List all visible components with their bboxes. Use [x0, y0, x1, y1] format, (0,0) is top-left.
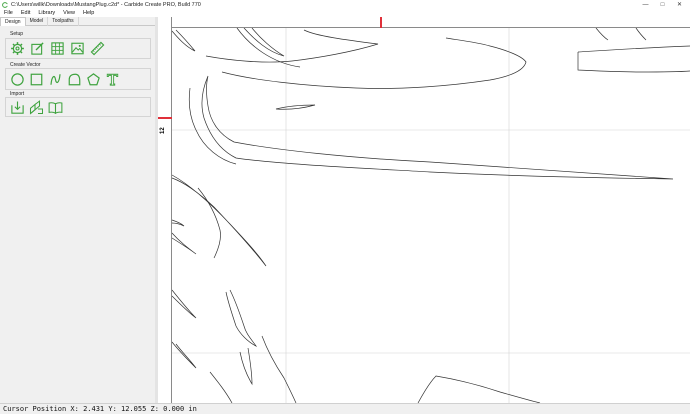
polyline-tool-button[interactable]: [67, 72, 82, 87]
edit-job-button[interactable]: [30, 41, 45, 56]
gear-icon: [11, 42, 24, 55]
group-create-vector: [5, 68, 151, 90]
image-icon: [71, 42, 84, 55]
menu-edit[interactable]: Edit: [21, 10, 30, 16]
menu-bar: File Edit Library View Help: [0, 9, 690, 17]
design-canvas[interactable]: 12: [158, 17, 690, 403]
grid-icon: [51, 42, 64, 55]
ruler-icon: [90, 41, 105, 56]
curve-tool-button[interactable]: [48, 72, 63, 87]
pentagon-icon: [87, 73, 100, 86]
measure-button[interactable]: [90, 41, 105, 56]
menu-help[interactable]: Help: [83, 10, 94, 16]
canvas-drawing: [158, 17, 690, 403]
edit-square-icon: [31, 42, 44, 55]
sidebar: Design Model Toolpaths Setup Create Vect…: [0, 17, 157, 403]
book-icon: [48, 102, 63, 114]
window-title: C:\Users\willk\Downloads\MustangPlug.c2d…: [11, 1, 201, 8]
ruler-left-label: 12: [160, 127, 166, 134]
import-model-button[interactable]: [29, 100, 44, 115]
group-import: [5, 97, 151, 117]
app-icon: [2, 1, 8, 8]
group-setup: [5, 38, 151, 59]
rectangle-tool-button[interactable]: [29, 72, 44, 87]
tab-design[interactable]: Design: [0, 17, 26, 26]
tab-model[interactable]: Model: [26, 17, 49, 26]
polygon-tool-button[interactable]: [86, 72, 101, 87]
ruler-left: 12: [158, 17, 172, 403]
group-label-setup: Setup: [10, 31, 24, 37]
job-setup-button[interactable]: [10, 41, 25, 56]
import-model-icon: [29, 100, 43, 115]
background-image-button[interactable]: [70, 41, 85, 56]
import-vector-button[interactable]: [10, 100, 25, 115]
text-tool-button[interactable]: [105, 72, 120, 87]
library-book-button[interactable]: [48, 100, 63, 115]
tab-bar: Design Model Toolpaths: [0, 17, 156, 26]
polyline-shape-icon: [68, 73, 81, 86]
menu-library[interactable]: Library: [38, 10, 55, 16]
tab-toolpaths[interactable]: Toolpaths: [48, 17, 79, 26]
circle-icon: [11, 73, 24, 86]
maximize-icon[interactable]: □: [654, 0, 671, 9]
grid-settings-button[interactable]: [50, 41, 65, 56]
close-icon[interactable]: ✕: [671, 0, 688, 9]
window-controls: — □ ✕: [637, 0, 688, 9]
rectangle-icon: [30, 73, 43, 86]
title-bar: C:\Users\willk\Downloads\MustangPlug.c2d…: [0, 0, 690, 9]
import-download-icon: [11, 101, 24, 114]
ruler-top-cursor-marker: [380, 17, 382, 28]
menu-file[interactable]: File: [4, 10, 13, 16]
text-icon: [106, 73, 119, 86]
cursor-position-readout: Cursor Position X: 2.431 Y: 12.055 Z: 0.…: [3, 405, 197, 413]
status-bar: Cursor Position X: 2.431 Y: 12.055 Z: 0.…: [0, 403, 690, 414]
ruler-top: [158, 17, 690, 28]
curve-icon: [50, 74, 61, 85]
circle-tool-button[interactable]: [10, 72, 25, 87]
menu-view[interactable]: View: [63, 10, 75, 16]
minimize-icon[interactable]: —: [637, 0, 654, 9]
ruler-left-cursor-marker: [158, 117, 172, 119]
